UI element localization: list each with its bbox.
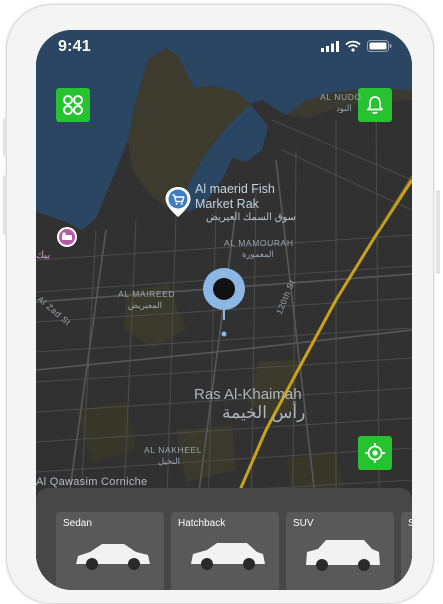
- phone-screen: 9:41 AL NUDO النود Al maerid Fish Market…: [36, 30, 412, 590]
- menu-grid-button[interactable]: [56, 88, 90, 122]
- bell-icon: [367, 96, 383, 115]
- vehicle-card-hatchback[interactable]: Hatchback: [171, 512, 279, 590]
- hatchback-car-icon: [191, 543, 265, 570]
- vehicle-label: Se: [408, 518, 412, 529]
- vehicle-label: Sedan: [63, 518, 92, 529]
- shopping-cart-icon[interactable]: [164, 186, 192, 218]
- map-label-al-mamourah-ar: المعمورة: [242, 249, 274, 259]
- wifi-icon: [345, 40, 361, 52]
- notifications-button[interactable]: [358, 88, 392, 122]
- map-label-al-nudood-ar: النود: [336, 103, 352, 113]
- phone-side-button: [3, 175, 7, 235]
- sedan-car-icon: [76, 544, 150, 570]
- suv-car-icon: [306, 540, 380, 571]
- poi-name-ar: سوق السمك العيريض: [206, 212, 297, 223]
- map-label-al-nudood: AL NUDO: [320, 92, 362, 102]
- status-bar: 9:41: [36, 30, 412, 64]
- street-label-corniche: Al Qawasim Corniche: [36, 476, 148, 488]
- location-pin-icon[interactable]: [201, 268, 247, 324]
- map-label-al-nakheel-ar: النخيل: [158, 456, 181, 466]
- poi-name-line2[interactable]: Market Rak: [195, 197, 259, 211]
- map-label-al-mamourah: AL MAMOURAH: [224, 238, 294, 248]
- phone-side-button: [436, 190, 440, 274]
- poi-name-line1[interactable]: Al maerid Fish: [195, 182, 275, 196]
- map-label-al-mairid-ar: المعيريض: [128, 300, 162, 310]
- recenter-button[interactable]: [358, 436, 392, 470]
- city-label-en: Ras Al-Khaimah: [194, 386, 302, 403]
- city-label-ar: رأس الخيمة: [222, 403, 306, 422]
- battery-icon: [367, 40, 392, 52]
- target-icon: [365, 443, 385, 463]
- signal-icon: [321, 40, 339, 52]
- map-label-left-ar: بيك: [36, 250, 51, 261]
- status-icons: [321, 40, 392, 52]
- map-label-al-nakheel: AL NAKHEEL: [144, 445, 203, 455]
- vehicle-selector-sheet: Sedan Hatchback SUV Se: [36, 488, 412, 590]
- phone-side-button: [3, 118, 7, 156]
- status-time: 9:41: [58, 38, 91, 55]
- vehicle-card-partial[interactable]: Se: [401, 512, 412, 590]
- hotel-icon[interactable]: [56, 226, 78, 250]
- vehicle-card-suv[interactable]: SUV: [286, 512, 394, 590]
- map-label-al-mairid: AL MAIREED: [118, 289, 176, 299]
- grid-icon: [63, 95, 83, 115]
- vehicle-card-sedan[interactable]: Sedan: [56, 512, 164, 590]
- vehicle-label: SUV: [293, 518, 314, 529]
- vehicle-label: Hatchback: [178, 518, 226, 529]
